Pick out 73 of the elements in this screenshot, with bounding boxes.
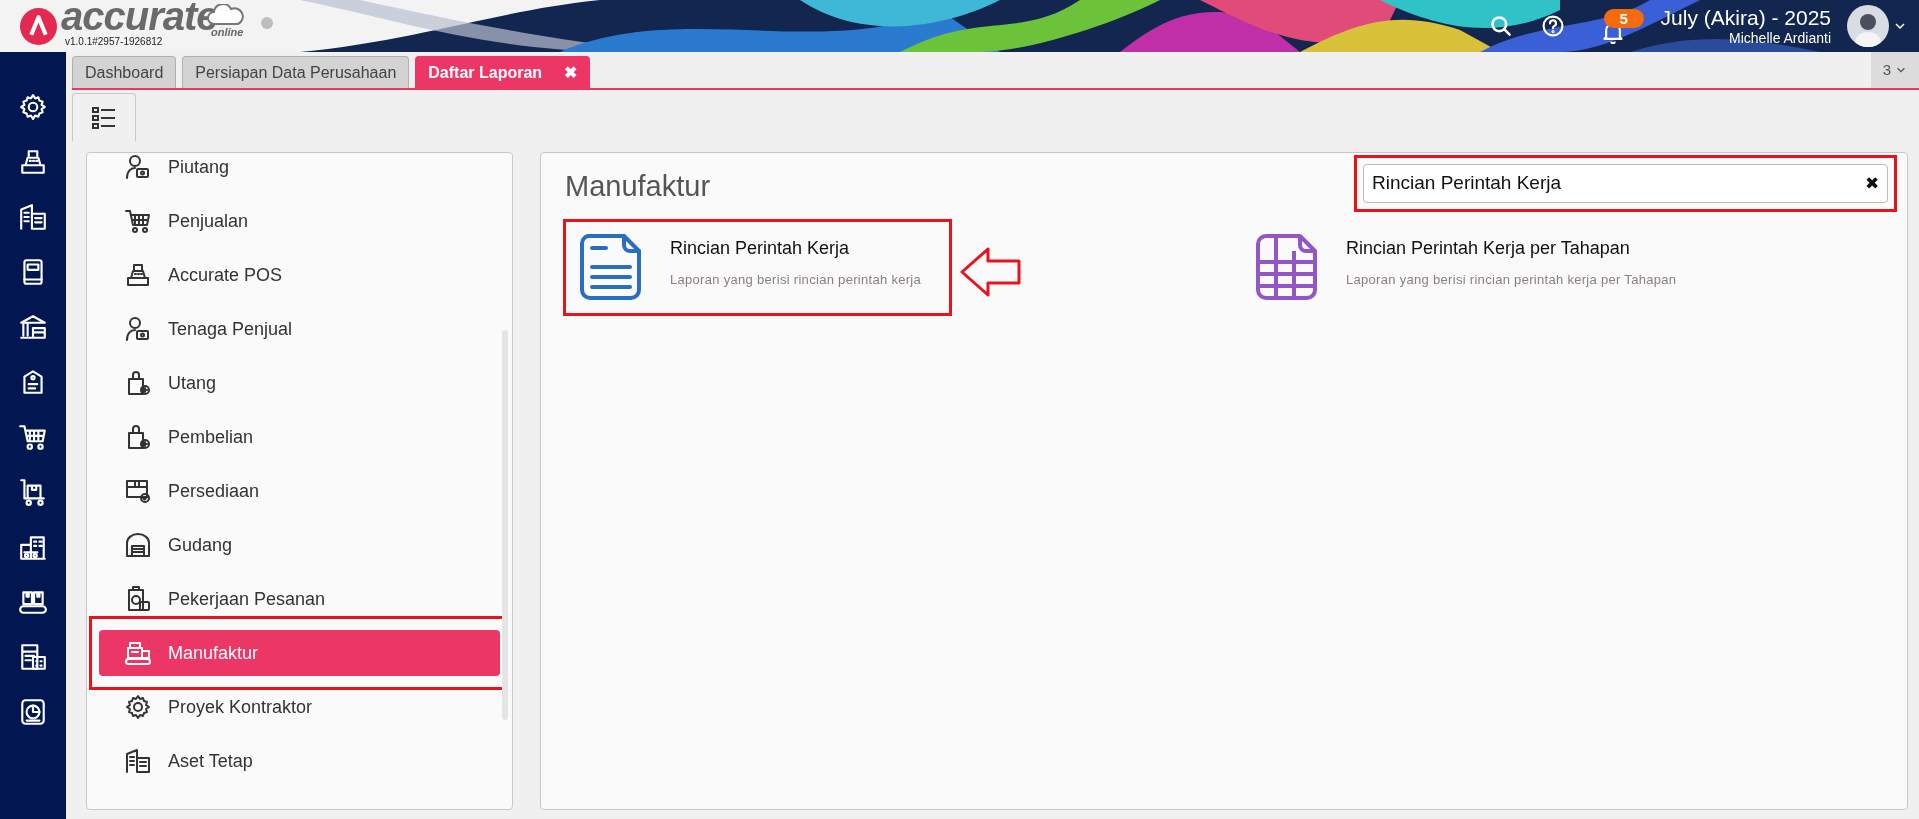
- tab-label: Daftar Laporan: [428, 62, 543, 83]
- document-icon: [580, 234, 642, 300]
- category-item[interactable]: Manufaktur: [99, 630, 500, 676]
- cash-register-icon: [124, 261, 152, 289]
- period-label: July (Akira) - 2025: [1660, 6, 1831, 30]
- category-label: Penjualan: [168, 209, 249, 233]
- category-label: Pembelian: [168, 425, 254, 449]
- category-item[interactable]: Persediaan: [99, 468, 500, 514]
- category-item[interactable]: Tenaga Penjual: [99, 306, 500, 352]
- tab[interactable]: Daftar Laporan ✖: [415, 56, 591, 88]
- category-label: Utang: [168, 371, 217, 395]
- category-label: Piutang: [168, 155, 230, 179]
- tab[interactable]: Dashboard: [72, 56, 177, 88]
- trolley-icon: [18, 477, 48, 507]
- pointer-arrow: [960, 247, 1023, 297]
- cart-icon: [124, 207, 152, 235]
- category-label: Manufaktur: [168, 641, 259, 665]
- building-icon: [124, 747, 152, 775]
- brand-tagline: online: [211, 27, 244, 38]
- category-item[interactable]: Utang: [99, 360, 500, 406]
- category-label: Accurate POS: [168, 263, 283, 287]
- report-title: Rincian Perintah Kerja per Tahapan: [1346, 237, 1631, 260]
- category-item[interactable]: Gudang: [99, 522, 500, 568]
- search-button[interactable]: [1488, 14, 1513, 38]
- box-icon: [124, 477, 152, 505]
- person-icon: [124, 153, 152, 181]
- gear-icon: [18, 92, 48, 122]
- category-item[interactable]: Aset Tetap: [99, 738, 500, 784]
- user-name: Michelle Ardianti: [1729, 30, 1831, 46]
- report-item[interactable]: Rincian Perintah Kerja per Tahapan Laporan yang berisi rincian perintah kerja per Tahapan: [1239, 219, 1708, 316]
- help-icon: [1540, 14, 1565, 38]
- category-label: Gudang: [168, 533, 233, 557]
- building-icon: [18, 202, 48, 232]
- table-grid-icon: [1256, 234, 1318, 300]
- tab-count: 3: [1882, 59, 1892, 80]
- search-icon: [1488, 14, 1513, 38]
- search-field[interactable]: Rincian Perintah Kerja ✖: [1363, 164, 1888, 203]
- warehouse-icon: [124, 531, 152, 559]
- pie-chart-icon: [18, 697, 48, 727]
- category-label: Pekerjaan Pesanan: [168, 587, 326, 611]
- category-label: Proyek Kontraktor: [168, 695, 313, 719]
- cash-register-icon: [18, 147, 48, 177]
- report-item[interactable]: Rincian Perintah Kerja Laporan yang berisi rincian perintah kerja: [563, 219, 953, 316]
- section-title: Manufaktur: [565, 169, 711, 204]
- category-item[interactable]: Proyek Kontraktor: [99, 684, 500, 730]
- version-text: v1.0.1#2957-1926812: [65, 37, 163, 47]
- category-label: Persediaan: [168, 479, 260, 503]
- tax-document-icon: [18, 642, 48, 672]
- category-label: Tenaga Penjual: [168, 317, 293, 341]
- person-icon: [124, 315, 152, 343]
- list-view-button[interactable]: [72, 93, 136, 141]
- gear-icon: [124, 693, 152, 721]
- machine-icon: [124, 639, 152, 667]
- report-description: Laporan yang berisi rincian perintah kerja per Tahapan: [1346, 271, 1677, 289]
- category-item[interactable]: Penjualan: [99, 198, 500, 244]
- category-item[interactable]: Accurate POS: [99, 252, 500, 298]
- bank-icon: [18, 312, 48, 342]
- scrollbar[interactable]: [502, 330, 508, 720]
- cart-icon: [18, 422, 48, 452]
- clear-button[interactable]: ✖: [1865, 175, 1879, 192]
- help-button[interactable]: [1540, 14, 1565, 38]
- category-item[interactable]: Piutang: [99, 153, 500, 190]
- category-label: Aset Tetap: [168, 749, 253, 773]
- category-item[interactable]: Pekerjaan Pesanan: [99, 576, 500, 622]
- nav-button[interactable]: [17, 91, 49, 123]
- close-button[interactable]: ✖: [564, 64, 578, 81]
- category-item[interactable]: Pembelian: [99, 414, 500, 460]
- nav-button[interactable]: [17, 201, 49, 233]
- report-title: Rincian Perintah Kerja: [670, 237, 851, 260]
- report-description: Laporan yang berisi rincian perintah kerja: [670, 271, 922, 289]
- logo-icon: [20, 7, 57, 45]
- list-icon: [92, 106, 116, 129]
- tab[interactable]: Persiapan Data Perusahaan: [182, 56, 410, 88]
